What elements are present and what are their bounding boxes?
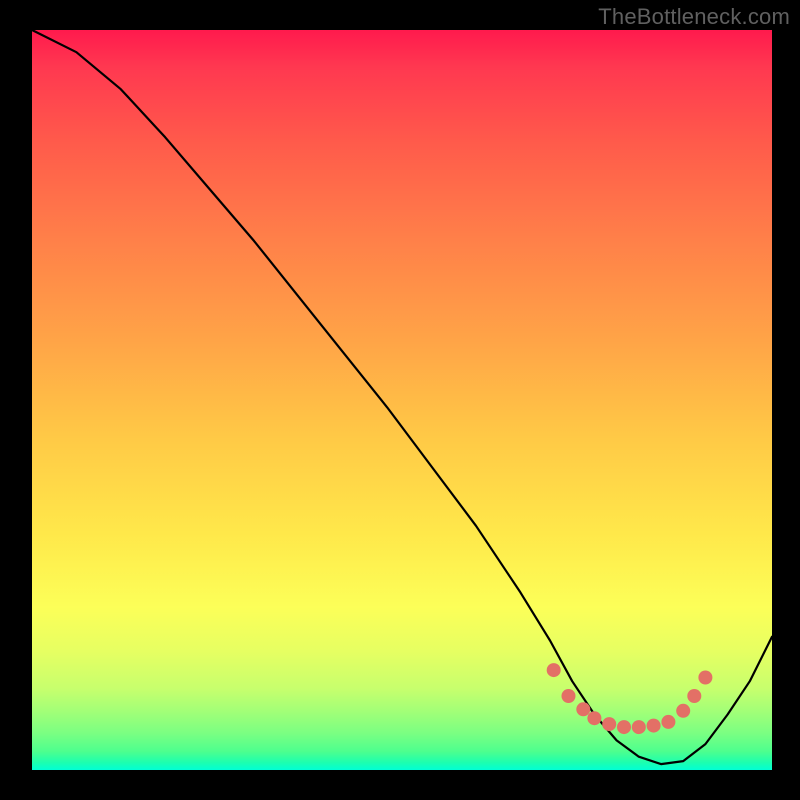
marker-dot — [647, 719, 661, 733]
marker-dot — [547, 663, 561, 677]
marker-dot — [698, 671, 712, 685]
marker-dot — [587, 711, 601, 725]
marker-dot — [687, 689, 701, 703]
marker-dot — [602, 717, 616, 731]
marker-dot — [576, 702, 590, 716]
marker-dot — [676, 704, 690, 718]
marker-dot — [562, 689, 576, 703]
marker-dot — [632, 720, 646, 734]
chart-frame: TheBottleneck.com — [0, 0, 800, 800]
attribution-text: TheBottleneck.com — [598, 4, 790, 30]
bottleneck-curve — [32, 30, 772, 764]
marker-dot — [661, 715, 675, 729]
marker-dot — [617, 720, 631, 734]
chart-svg — [0, 0, 800, 800]
